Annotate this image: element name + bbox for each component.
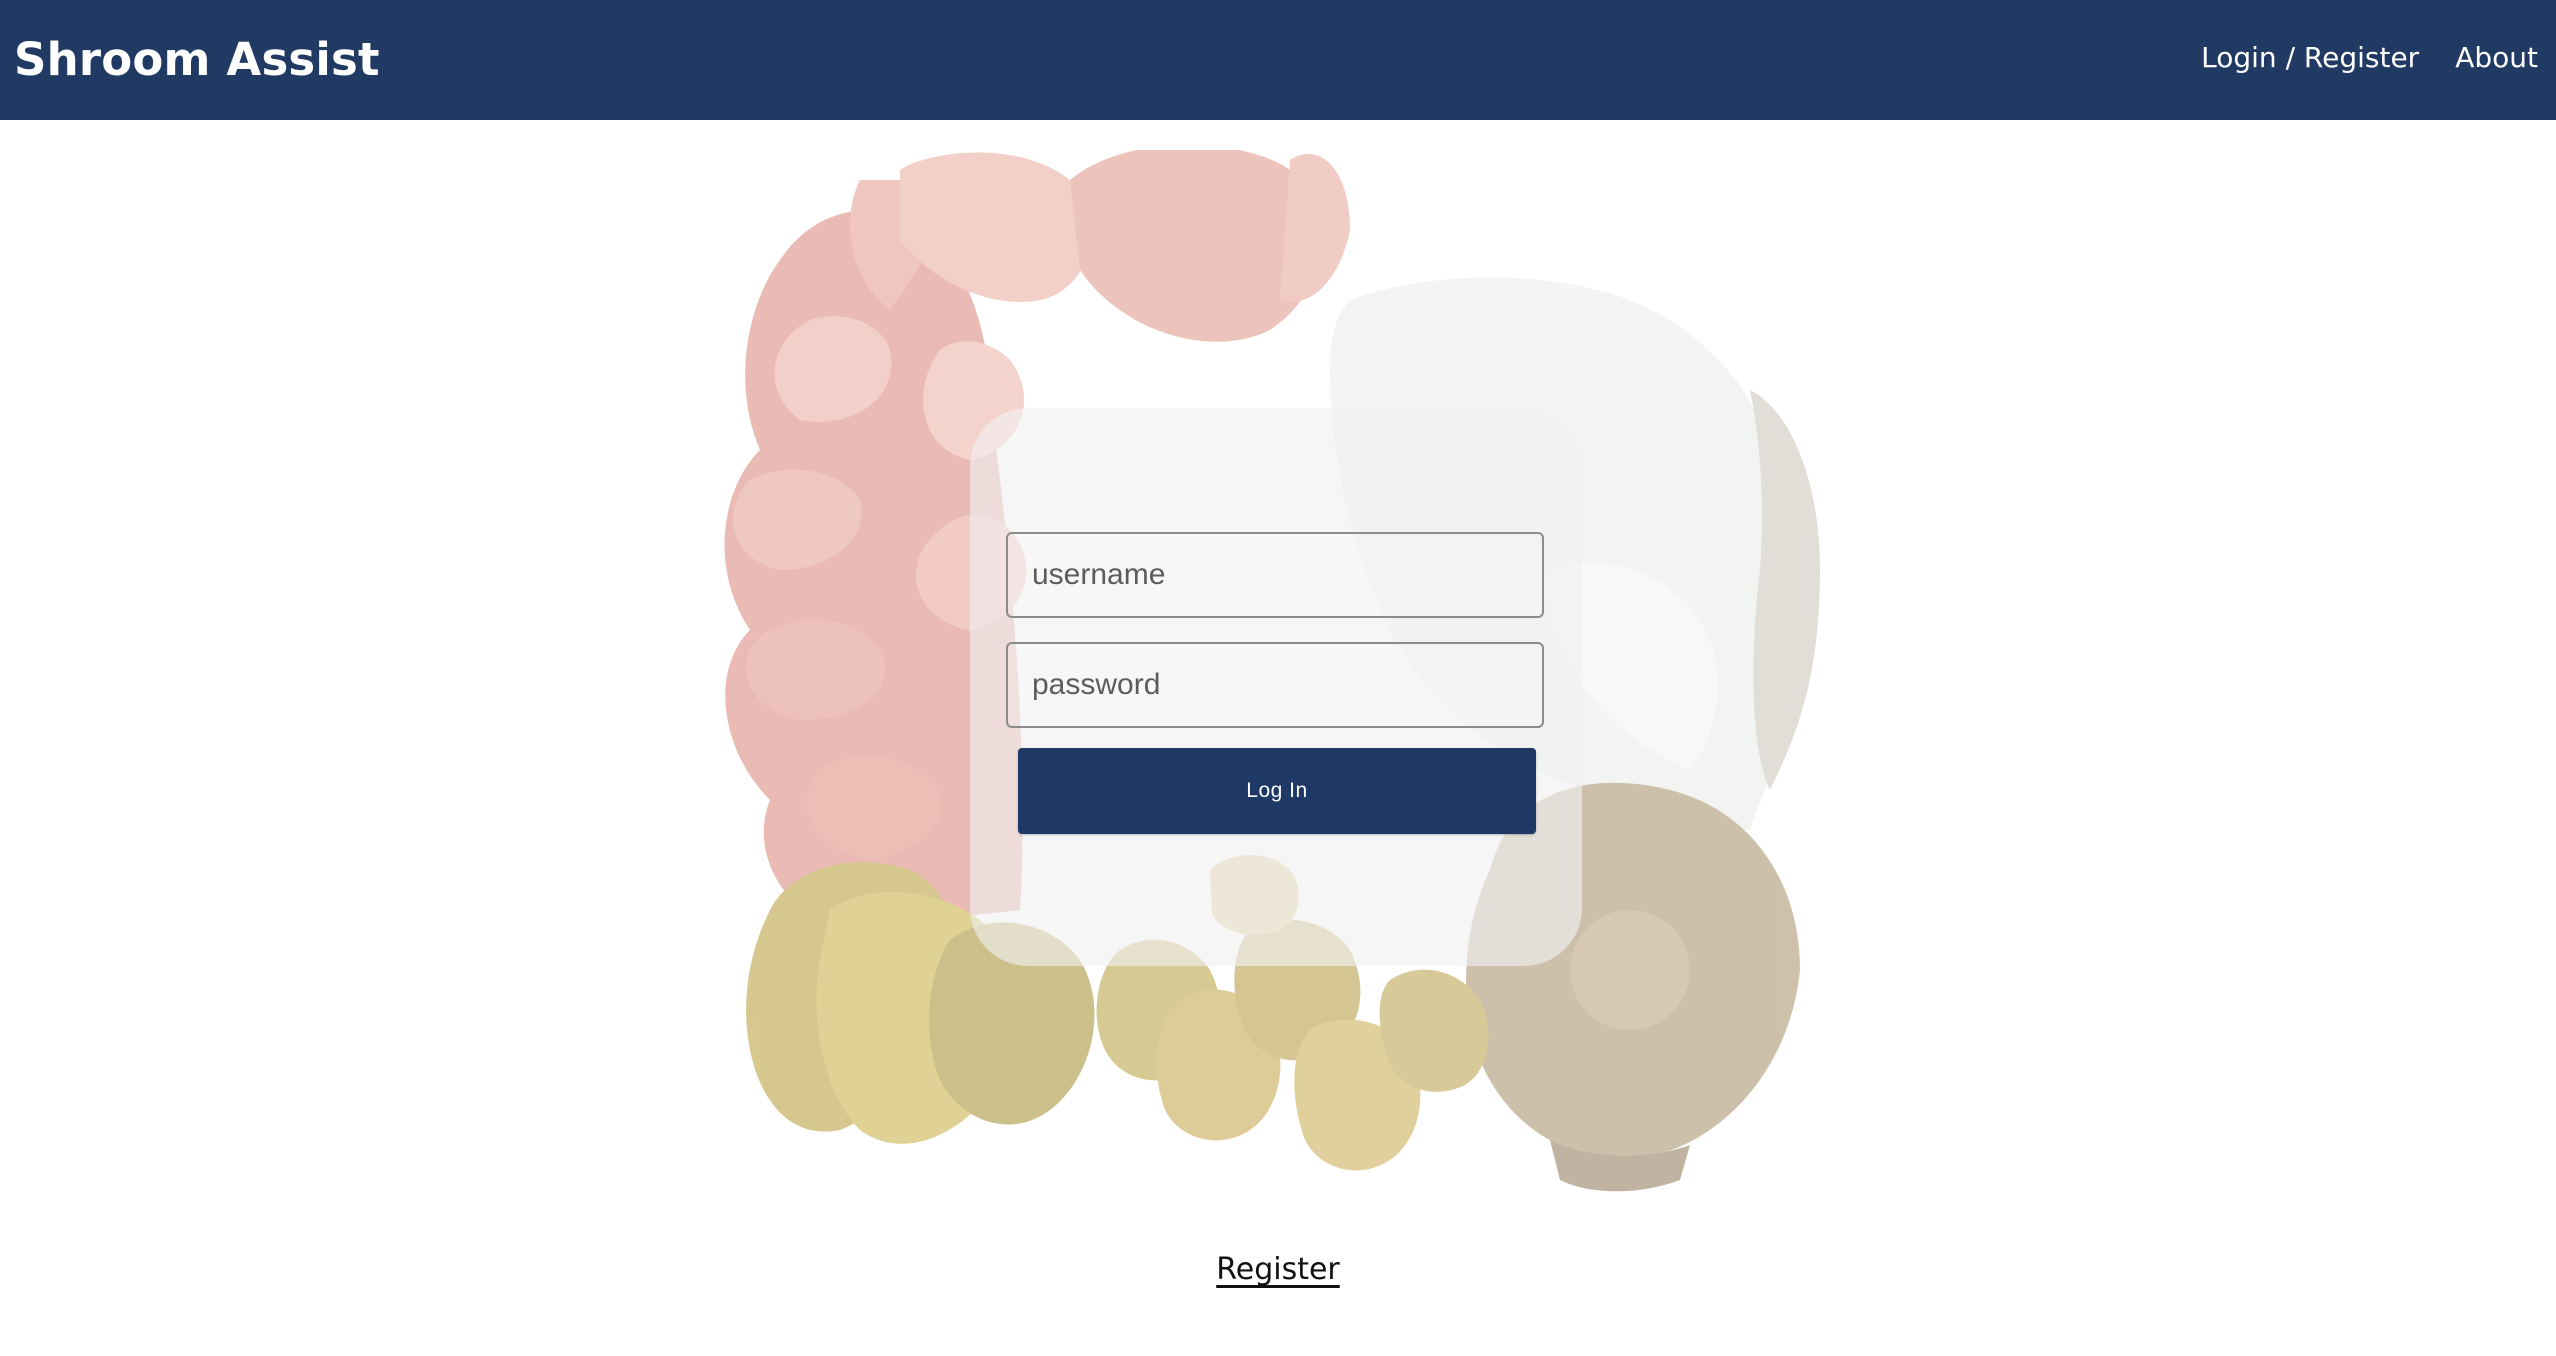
username-input[interactable]	[1006, 532, 1544, 618]
password-input[interactable]	[1006, 642, 1544, 728]
register-link-container: Register	[0, 1250, 2556, 1290]
login-card: Log In	[970, 408, 1582, 966]
brand-title[interactable]: Shroom Assist	[14, 28, 380, 92]
top-navbar: Shroom Assist Login / Register About	[0, 0, 2556, 120]
nav-about-link[interactable]: About	[2455, 38, 2538, 78]
log-in-button[interactable]: Log In	[1018, 748, 1536, 834]
register-link[interactable]: Register	[1216, 1252, 1340, 1287]
nav-login-register-link[interactable]: Login / Register	[2201, 38, 2419, 78]
nav-links: Login / Register About	[2201, 38, 2538, 78]
